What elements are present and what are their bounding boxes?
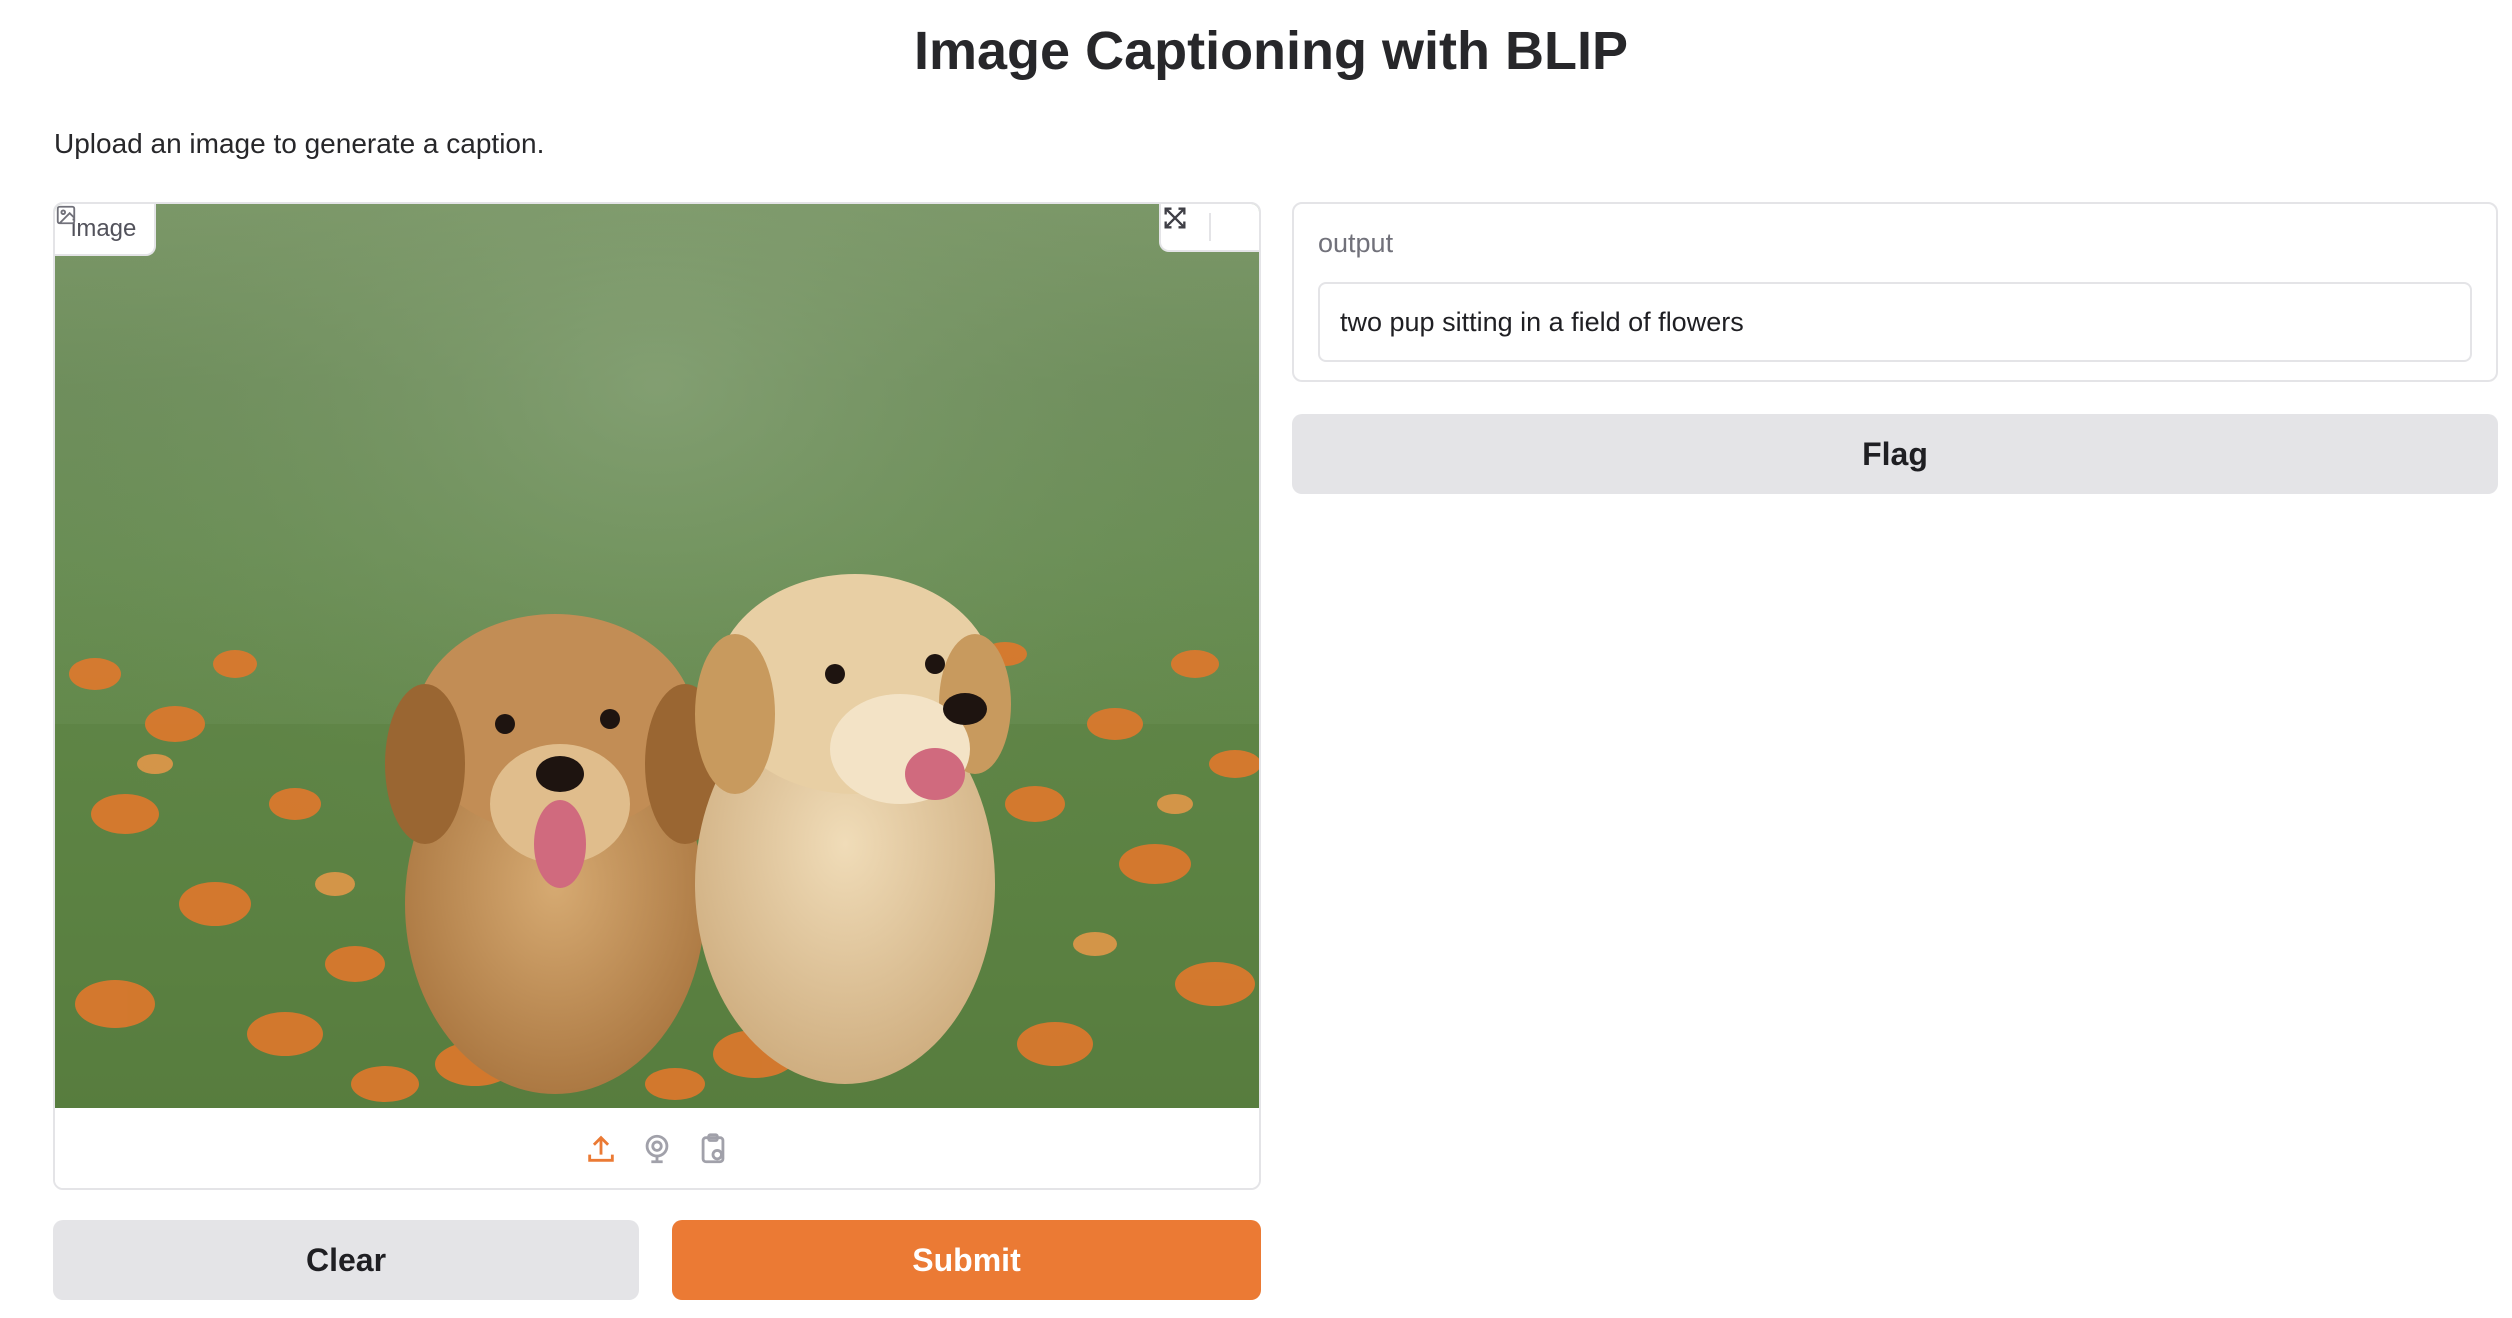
- page-description: Upload an image to generate a caption.: [54, 128, 545, 159]
- image-source-selector: [55, 1108, 1259, 1188]
- output-label: output: [1318, 228, 1394, 258]
- clipboard-source-button[interactable]: [696, 1132, 730, 1166]
- output-textbox[interactable]: two pup sitting in a field of flowers: [1318, 282, 2472, 362]
- clear-image-button[interactable]: [1166, 204, 1259, 250]
- webcam-source-button[interactable]: [640, 1132, 674, 1166]
- puppies-photo: [55, 204, 1259, 1108]
- webcam-icon: [645, 1134, 669, 1164]
- image-label-badge: image: [55, 204, 157, 256]
- image-icon: [56, 205, 76, 225]
- close-icon: [1166, 209, 1184, 227]
- clipboard-icon: [701, 1133, 725, 1164]
- image-input-panel[interactable]: image: [53, 202, 1261, 1190]
- page-title: Image Captioning with BLIP: [914, 21, 1628, 81]
- image-label: image: [71, 215, 137, 242]
- uploaded-image[interactable]: image: [55, 204, 1259, 1108]
- upload-icon: [588, 1135, 614, 1162]
- image-toolbar: [1159, 204, 1259, 252]
- upload-source-button[interactable]: [584, 1132, 618, 1166]
- flag-button[interactable]: Flag: [1292, 414, 2498, 494]
- clear-button[interactable]: Clear: [53, 1220, 639, 1300]
- submit-button[interactable]: Submit: [672, 1220, 1261, 1300]
- gradio-app: Image Captioning with BLIP Upload an ima…: [0, 0, 2512, 1318]
- output-panel: output two pup sitting in a field of flo…: [1292, 202, 2498, 382]
